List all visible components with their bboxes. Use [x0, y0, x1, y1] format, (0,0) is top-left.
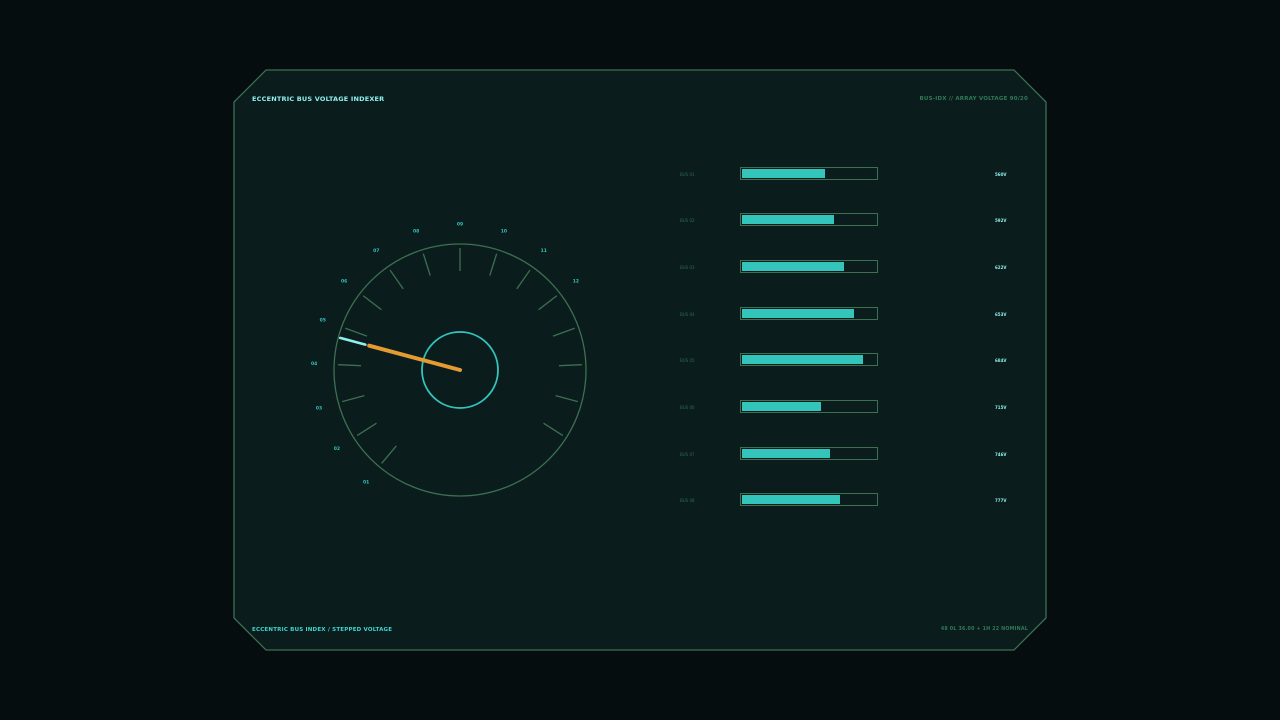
- dial-label: 09: [457, 222, 463, 228]
- bus-bar-track: [740, 353, 878, 366]
- bus-label: BUS 04: [680, 312, 695, 317]
- bus-label: BUS 01: [680, 172, 695, 177]
- bus-bar-row[interactable]: BUS 02 592V: [680, 213, 1020, 229]
- bus-bar-track: [740, 260, 878, 273]
- bus-bar-row[interactable]: BUS 01 560V: [680, 167, 1020, 183]
- bus-bar-fill: [742, 309, 854, 318]
- bus-voltage: 560V: [995, 172, 1007, 177]
- dial-label: 06: [341, 279, 347, 285]
- bus-bar-row[interactable]: BUS 07 746V: [680, 447, 1020, 463]
- dial-label: 05: [320, 318, 326, 324]
- bus-voltage: 653V: [995, 312, 1007, 317]
- bus-bar-row[interactable]: BUS 05 684V: [680, 353, 1020, 369]
- bus-bar-fill: [742, 215, 835, 224]
- bus-bar-fill: [742, 449, 831, 458]
- dial-label: 03: [316, 405, 322, 411]
- bus-bar-track: [740, 167, 878, 180]
- dial-label: 12: [573, 279, 579, 285]
- footer-caption: ECCENTRIC BUS INDEX / STEPPED VOLTAGE: [252, 627, 393, 633]
- bus-bar-fill: [742, 169, 825, 178]
- dial-label: 11: [541, 248, 547, 254]
- bus-bar-track: [740, 493, 878, 506]
- panel-frame: 01 02 03 04 05 06 07 08 09 10 11 12: [233, 69, 1047, 651]
- dial-label: 01: [363, 479, 369, 485]
- bus-voltage: 715V: [995, 405, 1007, 410]
- bus-bar-row[interactable]: BUS 06 715V: [680, 400, 1020, 416]
- dial-label: 08: [413, 228, 419, 234]
- bus-bar-fill: [742, 495, 840, 504]
- bus-bar-track: [740, 400, 878, 413]
- bus-bar-row[interactable]: BUS 08 777V: [680, 493, 1020, 509]
- header-status: BUS-IDX // ARRAY VOLTAGE 90/20: [919, 96, 1028, 102]
- bus-label: BUS 08: [680, 498, 695, 503]
- dial-label: 02: [334, 446, 340, 452]
- footer-status: 48 0L 36.00 + 1H 22 NOMINAL: [940, 627, 1028, 632]
- bus-bar-row[interactable]: BUS 04 653V: [680, 307, 1020, 323]
- bus-label: BUS 02: [680, 218, 695, 223]
- bus-label: BUS 05: [680, 358, 695, 363]
- bus-bar-fill: [742, 355, 864, 364]
- bus-label: BUS 07: [680, 452, 695, 457]
- bus-label: BUS 03: [680, 265, 695, 270]
- bus-bar-track: [740, 307, 878, 320]
- screen: 01 02 03 04 05 06 07 08 09 10 11 12 ECCENTRIC BUS V…: [0, 0, 1280, 720]
- bus-voltage: 746V: [995, 452, 1007, 457]
- bus-bar-fill: [742, 402, 821, 411]
- bus-voltage: 622V: [995, 265, 1007, 270]
- bus-bar-row[interactable]: BUS 03 622V: [680, 260, 1020, 276]
- dial-label: 04: [311, 361, 317, 367]
- bus-voltage: 777V: [995, 498, 1007, 503]
- bus-bar-fill: [742, 262, 844, 271]
- bus-label: BUS 06: [680, 405, 695, 410]
- bus-voltage: 684V: [995, 358, 1007, 363]
- page-title: ECCENTRIC BUS VOLTAGE INDEXER: [252, 95, 385, 103]
- bus-bar-track: [740, 447, 878, 460]
- dial-label: 07: [373, 248, 379, 254]
- bus-bar-track: [740, 213, 878, 226]
- bus-voltage: 592V: [995, 218, 1007, 223]
- dial-label: 10: [501, 228, 507, 234]
